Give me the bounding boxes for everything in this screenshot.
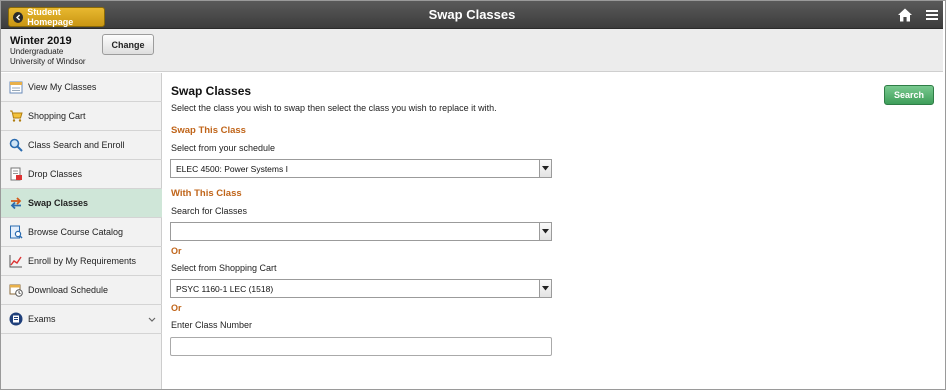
calendar-icon: [9, 80, 23, 94]
page-title: Swap Classes: [171, 84, 252, 98]
sidebar-item-label: Swap Classes: [28, 198, 89, 208]
shopping-cart-icon: [9, 109, 23, 123]
or-separator: Or: [171, 246, 182, 256]
drop-document-icon: [9, 167, 23, 181]
shopping-cart-label: Select from Shopping Cart: [171, 263, 277, 273]
chevron-down-icon[interactable]: [148, 315, 156, 325]
sidebar-item-label: Enroll by My Requirements: [28, 256, 137, 266]
sidebar-item-label: Drop Classes: [28, 169, 83, 179]
with-this-class-heading: With This Class: [171, 188, 242, 199]
term-bar: Winter 2019 Undergraduate University of …: [1, 29, 943, 72]
instructions-text: Select the class you wish to swap then s…: [171, 103, 497, 113]
swap-arrows-icon: [9, 196, 23, 210]
shopping-cart-select-value: PSYC 1160-1 LEC (1518): [176, 283, 274, 294]
class-number-label: Enter Class Number: [171, 320, 253, 330]
schedule-select[interactable]: ELEC 4500: Power Systems I: [170, 159, 552, 178]
schedule-select-value: ELEC 4500: Power Systems I: [176, 163, 288, 174]
search-for-classes-select[interactable]: [170, 222, 552, 241]
student-homepage-button[interactable]: Student Homepage: [8, 7, 105, 27]
schedule-clock-icon: [9, 283, 23, 297]
sidebar-item-drop-classes[interactable]: Drop Classes: [1, 160, 162, 189]
class-number-input[interactable]: [170, 337, 552, 356]
header-bar: Student Homepage Swap Classes: [1, 1, 943, 29]
exams-icon: [9, 312, 23, 326]
line-chart-icon: [9, 254, 23, 268]
search-button[interactable]: Search: [884, 85, 934, 105]
term-career: Undergraduate: [10, 47, 64, 56]
home-icon[interactable]: [897, 7, 913, 23]
sidebar-item-download-schedule[interactable]: Download Schedule: [1, 276, 162, 305]
sidebar-item-label: Download Schedule: [28, 285, 109, 295]
catalog-icon: [9, 225, 23, 239]
sidebar-item-label: Class Search and Enroll: [28, 140, 125, 150]
sidebar-item-label: Exams: [28, 314, 56, 324]
sidebar-item-view-my-classes[interactable]: View My Classes: [1, 73, 162, 102]
sidebar-item-swap-classes[interactable]: Swap Classes: [1, 189, 162, 218]
or-separator: Or: [171, 303, 182, 313]
main-content: Swap Classes Search Select the class you…: [163, 73, 943, 389]
sidebar-item-label: Browse Course Catalog: [28, 227, 124, 237]
sidebar-item-browse-course-catalog[interactable]: Browse Course Catalog: [1, 218, 162, 247]
term-name: Winter 2019: [10, 35, 72, 47]
search-for-classes-label: Search for Classes: [171, 206, 248, 216]
term-institution: University of Windsor: [10, 57, 86, 66]
hamburger-menu-icon[interactable]: [924, 7, 940, 23]
sidebar-item-label: View My Classes: [28, 82, 97, 92]
dropdown-arrow-icon[interactable]: [539, 223, 551, 240]
swap-this-class-heading: Swap This Class: [171, 125, 246, 136]
sidebar-item-enroll-by-my-requirements[interactable]: Enroll by My Requirements: [1, 247, 162, 276]
sidebar-item-class-search-and-enroll[interactable]: Class Search and Enroll: [1, 131, 162, 160]
sidebar-item-exams[interactable]: Exams: [1, 305, 162, 334]
page-header-title: Swap Classes: [428, 7, 516, 22]
sidebar-item-shopping-cart[interactable]: Shopping Cart: [1, 102, 162, 131]
schedule-label: Select from your schedule: [171, 143, 276, 153]
shopping-cart-select[interactable]: PSYC 1160-1 LEC (1518): [170, 279, 552, 298]
change-term-button[interactable]: Change: [102, 34, 154, 55]
magnifier-icon: [9, 138, 23, 152]
dropdown-arrow-icon[interactable]: [539, 280, 551, 297]
chevron-left-icon: [13, 11, 24, 23]
student-homepage-label: Student Homepage: [27, 7, 74, 27]
sidebar-nav: View My Classes Shopping Cart Class Sear…: [1, 73, 162, 389]
sidebar-item-label: Shopping Cart: [28, 111, 86, 121]
dropdown-arrow-icon[interactable]: [539, 160, 551, 177]
